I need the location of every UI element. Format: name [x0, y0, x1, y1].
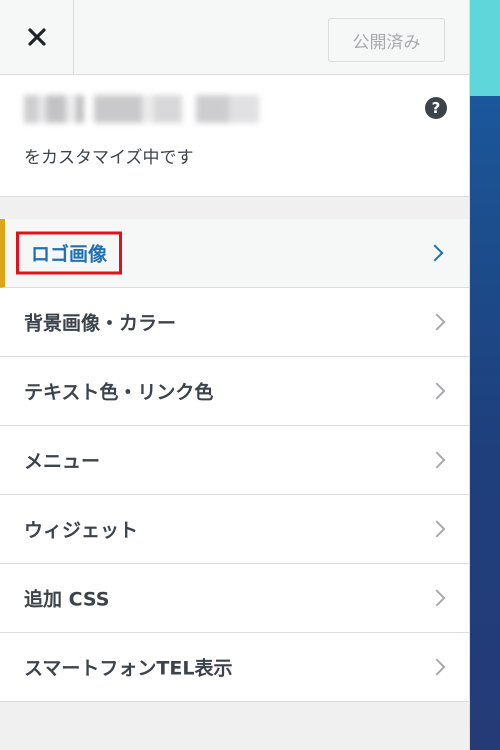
- menu-item-widgets[interactable]: ウィジェット: [0, 495, 469, 564]
- chevron-right-icon: [428, 589, 446, 607]
- help-icon[interactable]: ?: [425, 97, 447, 119]
- menu-item-logo-image[interactable]: ロゴ画像: [0, 219, 469, 288]
- menu-item-text-color[interactable]: テキスト色・リンク色: [0, 357, 469, 426]
- site-preview: [470, 0, 500, 750]
- customizing-subtitle: をカスタマイズ中です: [24, 148, 194, 168]
- menu-item-menus[interactable]: メニュー: [0, 426, 469, 495]
- chevron-right-icon: [428, 451, 446, 469]
- preview-header-strip: [470, 0, 500, 96]
- menu-item-additional-css[interactable]: 追加 CSS: [0, 564, 469, 633]
- chevron-right-icon: [428, 658, 446, 676]
- menu-item-label: ロゴ画像: [16, 231, 123, 275]
- chevron-right-icon: [428, 382, 446, 400]
- chevron-right-icon: [426, 244, 444, 262]
- publish-button[interactable]: 公開済み: [328, 18, 445, 62]
- customizer-menu: ロゴ画像 背景画像・カラー テキスト色・リンク色 メニュー ウィジェット 追加 …: [0, 219, 469, 702]
- menu-item-smartphone-tel[interactable]: スマートフォンTEL表示: [0, 633, 469, 702]
- menu-item-label: テキスト色・リンク色: [24, 381, 214, 404]
- customizer-panel: 公開済み をカスタマイズ中です ? ロゴ画像 背景画像・カラー テキスト色・リン…: [0, 0, 470, 750]
- chevron-right-icon: [428, 313, 446, 331]
- menu-item-label: メニュー: [24, 450, 101, 473]
- close-button[interactable]: [0, 0, 74, 74]
- menu-item-label: スマートフォンTEL表示: [24, 657, 233, 680]
- menu-item-label: 追加 CSS: [24, 588, 110, 611]
- customize-info: をカスタマイズ中です ?: [0, 75, 469, 197]
- close-icon: [27, 28, 46, 46]
- menu-item-background[interactable]: 背景画像・カラー: [0, 288, 469, 357]
- menu-item-label: ウィジェット: [24, 519, 139, 542]
- menu-item-label: 背景画像・カラー: [24, 312, 177, 335]
- chevron-right-icon: [428, 520, 446, 538]
- site-title-blurred: [24, 95, 259, 123]
- customizer-header: 公開済み: [0, 0, 469, 75]
